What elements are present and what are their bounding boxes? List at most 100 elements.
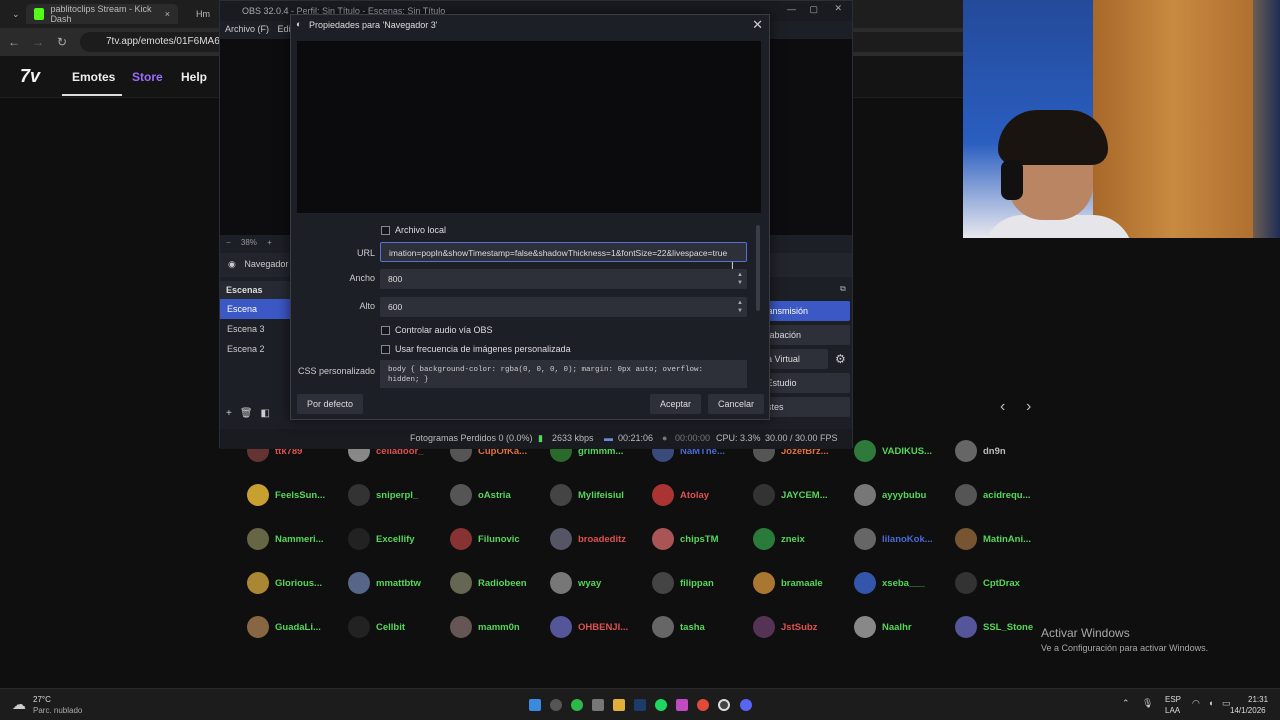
file-explorer-icon[interactable] [613,699,625,711]
emote-card[interactable]: broadeditz [550,528,626,550]
custom-css-field[interactable]: body { background-color: rgba(0, 0, 0, 0… [380,360,747,388]
back-icon[interactable]: ← [4,32,24,52]
emote-card[interactable]: SSL_Stone [955,616,1033,638]
emote-card[interactable]: Naalhr [854,616,912,638]
emote-card[interactable]: tasha [652,616,705,638]
emote-card[interactable]: oAstria [450,484,511,506]
width-stepper[interactable]: 800 ▲ ▼ [380,269,747,289]
emote-card[interactable]: Filunovic [450,528,520,550]
emote-card[interactable]: JstSubz [753,616,817,638]
checkbox-box[interactable] [381,325,390,335]
emote-card[interactable]: xseba___ [854,572,925,594]
emote-card[interactable]: lilanoKok... [854,528,933,550]
nav-store[interactable]: Store [132,70,163,84]
emote-card[interactable]: Radiobeen [450,572,527,594]
url-field[interactable]: imation=popIn&showTimestamp=false&shadow… [380,242,747,262]
scene-item[interactable]: Escena 3 [220,319,296,339]
tab-second[interactable]: Hm [182,4,218,24]
emote-card[interactable]: mamm0n [450,616,520,638]
chevron-up-icon[interactable]: ▲ [737,272,743,279]
emote-card[interactable]: JAYCEM... [753,484,828,506]
close-icon[interactable]: × [165,9,170,19]
minimize-icon[interactable]: — [787,4,796,14]
emote-card[interactable]: OHBENJI... [550,616,628,638]
wifi-icon[interactable]: ◠ [1192,698,1200,709]
start-icon[interactable] [529,699,541,711]
scene-item[interactable]: Escena [220,299,296,319]
chevron-down-icon[interactable]: ▼ [737,280,743,287]
emote-card[interactable]: acidrequ... [955,484,1031,506]
chevron-up-icon[interactable]: ⌃ [1122,698,1130,709]
defaults-button[interactable]: Por defecto [297,394,364,414]
nav-help[interactable]: Help [181,70,207,84]
emote-card[interactable]: sniperpl_ [348,484,418,506]
obs-taskbar-icon[interactable] [718,699,730,711]
chevron-left-icon[interactable]: ‹ [1000,398,1005,416]
menu-edit[interactable]: Edi [278,24,291,34]
gear-icon[interactable]: ⚙ [831,349,849,369]
language-code[interactable]: ESP [1165,695,1181,704]
height-stepper[interactable]: 600 ▲ ▼ [380,297,747,317]
emote-card[interactable]: wyay [550,572,601,594]
forward-icon[interactable]: → [28,32,48,52]
emote-card[interactable]: mmattbtw [348,572,421,594]
close-icon[interactable]: ✕ [834,3,842,14]
emote-card[interactable]: dn9n [955,440,1006,462]
tab-list-dropdown[interactable]: ⌄ [4,4,26,24]
whatsapp-icon[interactable] [571,699,583,711]
menu-file[interactable]: Archivo (F) [225,24,269,34]
emote-card[interactable]: Cellbit [348,616,405,638]
chevron-down-icon[interactable]: ▼ [737,308,743,315]
chrome-icon[interactable] [697,699,709,711]
emote-card[interactable]: VADIKUS... [854,440,932,462]
close-icon[interactable]: ✕ [752,17,763,33]
emote-card[interactable]: zneix [753,528,805,550]
checkbox-box[interactable] [381,344,390,354]
emote-card[interactable]: MatinAni... [955,528,1031,550]
mic-icon[interactable]: 🎙 [1142,698,1153,709]
scrollbar[interactable] [756,225,760,311]
tab-kick-dashboard[interactable]: pablitoclips Stream - Kick Dash × [26,4,178,24]
filter-icon[interactable]: ◧ [261,408,270,422]
emote-card[interactable]: Nammeri... [247,528,324,550]
accept-button[interactable]: Aceptar [650,394,702,414]
emote-card[interactable]: Atolay [652,484,709,506]
local-file-checkbox[interactable]: Archivo local [381,225,446,235]
search-icon[interactable] [550,699,562,711]
weather-icon[interactable]: ☁ [12,696,26,713]
task-view-icon[interactable] [592,699,604,711]
emote-card[interactable]: Excellify [348,528,415,550]
add-icon[interactable]: + [226,408,232,422]
emote-card[interactable]: Mylifeisiul [550,484,624,506]
scene-item[interactable]: Escena 2 [220,339,296,359]
emote-author-name: Radiobeen [478,577,527,589]
instagram-icon[interactable] [676,699,688,711]
spotify-icon[interactable] [655,699,667,711]
emote-card[interactable]: Glorious... [247,572,322,594]
trash-icon[interactable]: 🗑 [240,408,253,422]
emote-card[interactable]: filippan [652,572,714,594]
checkbox-box[interactable] [381,225,390,235]
clock-time[interactable]: 21:31 [1248,695,1268,704]
dock-float-icon[interactable]: ⧉ [840,284,846,294]
emote-card[interactable]: CptDrax [955,572,1020,594]
steam-icon[interactable] [634,699,646,711]
cancel-button[interactable]: Cancelar [708,394,765,414]
emote-card[interactable]: ayyybubu [854,484,926,506]
nav-emotes[interactable]: Emotes [72,70,115,84]
chevron-up-icon[interactable]: ▲ [737,300,743,307]
7tv-logo[interactable]: 7v [20,66,40,87]
zoom-out-icon[interactable]: − [226,238,231,247]
emote-card[interactable]: bramaale [753,572,823,594]
emote-card[interactable]: GuadaLi... [247,616,321,638]
maximize-icon[interactable]: ▢ [809,4,818,15]
volume-icon[interactable]: ◖ [1208,698,1213,708]
emote-card[interactable]: FeelsSun... [247,484,325,506]
reload-icon[interactable]: ↻ [52,32,72,52]
chevron-right-icon[interactable]: › [1026,398,1031,416]
discord-icon[interactable] [740,699,752,711]
zoom-in-icon[interactable]: + [267,238,272,247]
audio-checkbox[interactable]: Controlar audio vía OBS [381,325,493,335]
custom-fps-checkbox[interactable]: Usar frecuencia de imágenes personalizad… [381,344,571,354]
emote-card[interactable]: chipsTM [652,528,719,550]
